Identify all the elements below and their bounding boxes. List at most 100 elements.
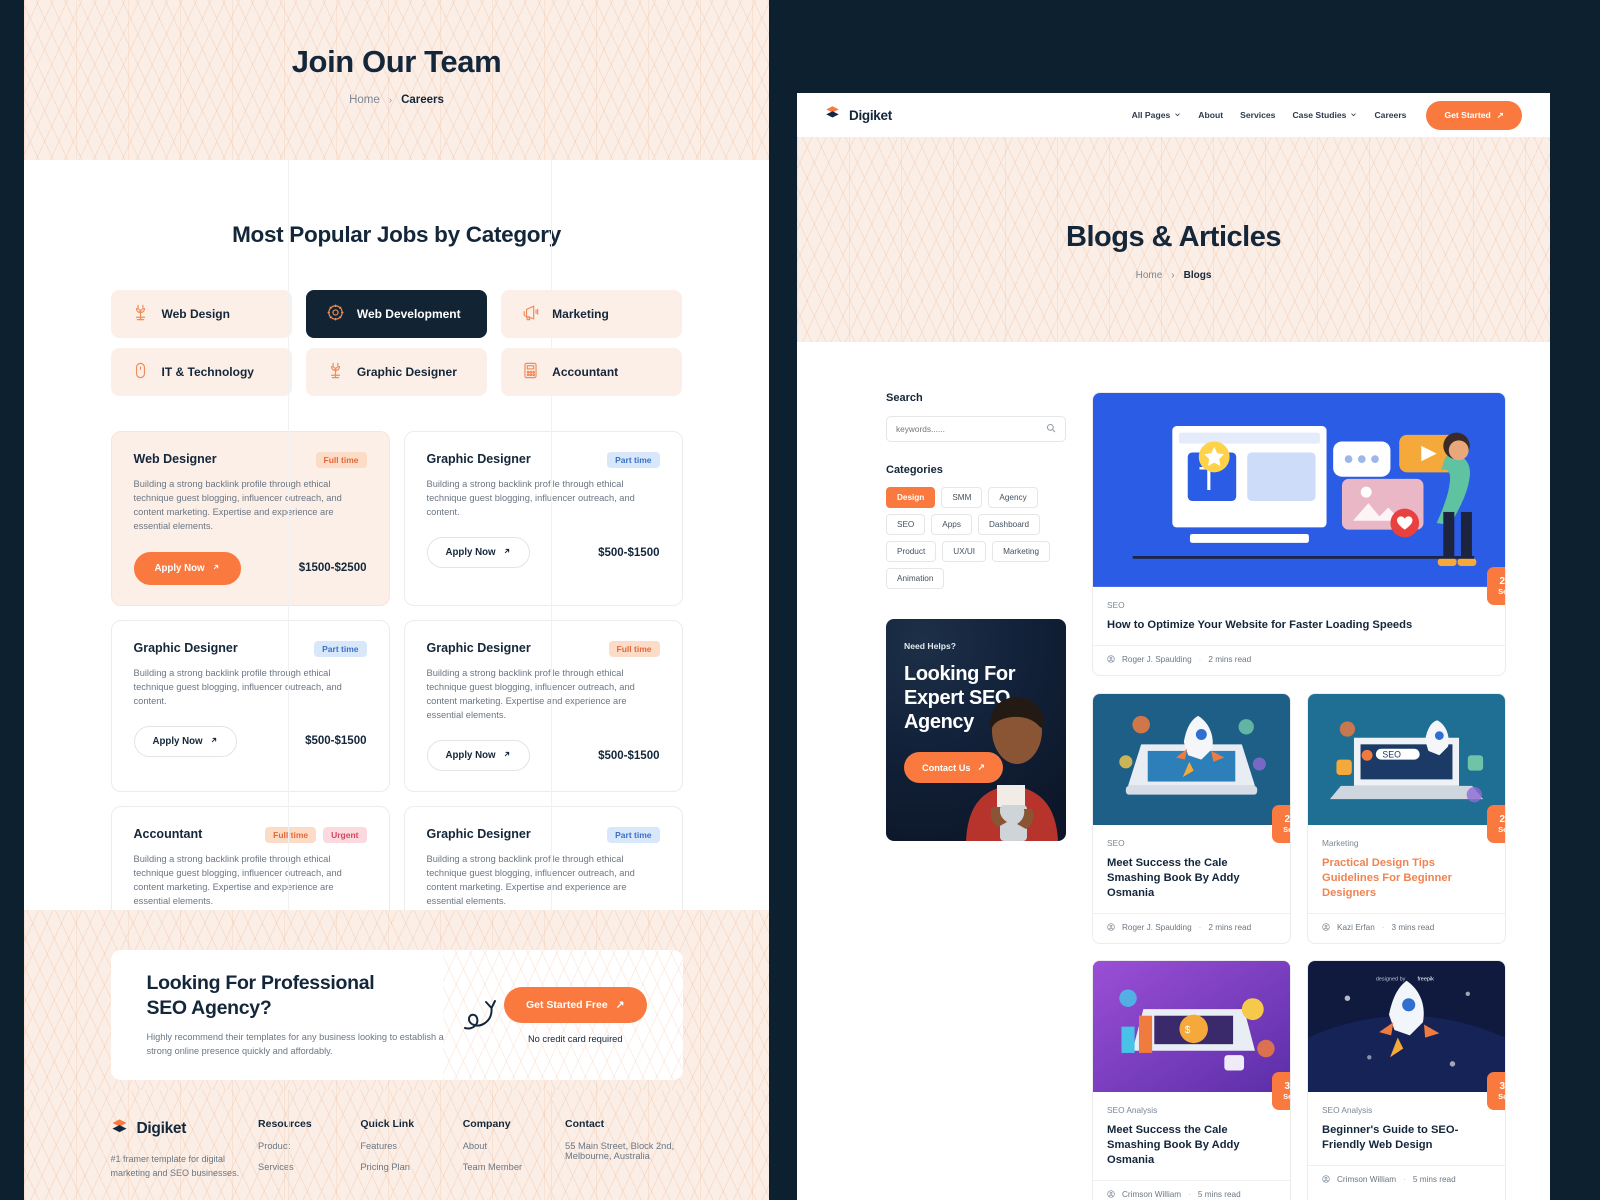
breadcrumb-home[interactable]: Home xyxy=(1136,270,1163,281)
blog-category-pill-agency[interactable]: Agency xyxy=(988,487,1038,508)
blog-card[interactable]: designed by freepik 30 Sep SEO Analysis B… xyxy=(1307,959,1506,1200)
job-tag-part: Part time xyxy=(607,452,660,468)
featured-blog-card[interactable]: T 2 S SEO How to Optimize Your Website f… xyxy=(1092,392,1506,676)
footer-link[interactable]: Team Member xyxy=(463,1162,553,1172)
digiket-logo-icon xyxy=(825,105,840,125)
blog-card[interactable]: $ 30 Sep SEO Analysis Meet Success the C… xyxy=(1092,959,1291,1200)
footer-link[interactable]: Pricing Plan xyxy=(360,1162,450,1172)
footer-heading: Company xyxy=(462,1118,511,1130)
job-category-it-technology[interactable]: IT & Technology xyxy=(110,348,292,396)
blog-category-pill-apps[interactable]: Apps xyxy=(931,514,972,535)
job-card[interactable]: Graphic Designer Part time Building a st… xyxy=(403,431,683,606)
logo[interactable]: Digiket xyxy=(111,1118,247,1140)
grid-line xyxy=(288,160,289,910)
chevron-right-icon: › xyxy=(388,94,393,106)
cta-card: Looking For Professional SEO Agency? Hig… xyxy=(110,950,683,1080)
job-card[interactable]: Graphic Designer Full time Building a st… xyxy=(403,619,683,792)
apply-now-label: Apply Now xyxy=(152,735,203,747)
svg-text:$: $ xyxy=(1185,1025,1191,1036)
blog-title[interactable]: Beginner's Guide to SEO-Friendly Web Des… xyxy=(1322,1123,1491,1153)
search-input[interactable] xyxy=(896,424,1040,434)
date-badge: 30 Sep xyxy=(1487,1072,1505,1111)
blog-category-pill-seo[interactable]: SEO xyxy=(886,514,926,535)
blog-title[interactable]: Meet Success the Cale Smashing Book By A… xyxy=(1107,856,1276,901)
author-icon xyxy=(1107,1190,1115,1200)
date-badge: 25 Sep xyxy=(1272,805,1290,844)
date-badge: 28 Sep xyxy=(1487,805,1505,844)
nav-item-case-studies[interactable]: Case Studies xyxy=(1292,110,1357,120)
get-started-button[interactable]: Get Started ↗ xyxy=(1426,100,1522,130)
arrow-up-right-icon: ↗ xyxy=(1496,109,1504,120)
arrow-up-right-icon xyxy=(210,736,218,747)
job-card[interactable]: Graphic Designer Part time Building a st… xyxy=(110,619,390,792)
blog-card[interactable]: SEO 28 Sep Marketing Practical Design Ti… xyxy=(1307,692,1506,944)
apply-now-label: Apply Now xyxy=(445,547,496,559)
meta-separator: · xyxy=(1188,1190,1191,1200)
job-tags: Full time xyxy=(608,640,660,657)
author-icon xyxy=(1322,923,1330,933)
footer-link[interactable]: About xyxy=(463,1141,553,1151)
date-month: Sep xyxy=(1283,824,1290,834)
chevron-down-icon xyxy=(1174,110,1181,120)
job-card[interactable]: Web Designer Full time Building a strong… xyxy=(110,431,390,606)
blog-category-pill-design[interactable]: Design xyxy=(886,487,936,508)
search-box[interactable] xyxy=(886,416,1066,442)
meta-separator: · xyxy=(1198,655,1202,665)
job-category-web-development[interactable]: Web Development xyxy=(305,290,488,338)
chevron-right-icon: › xyxy=(1171,270,1175,281)
blog-card[interactable]: 25 Sep SEO Meet Success the Cale Smashin… xyxy=(1092,692,1291,944)
job-category-graphic-designer[interactable]: Graphic Designer xyxy=(305,348,488,396)
apply-now-button[interactable]: Apply Now xyxy=(133,551,241,585)
blog-thumbnail: 25 Sep xyxy=(1093,693,1290,844)
author-icon xyxy=(1322,1175,1330,1185)
blogs-page-panel: Digiket All Pages About Services Case Studi… xyxy=(797,93,1550,1200)
apply-now-button[interactable]: Apply Now xyxy=(426,537,530,569)
blog-meta: Crimson William · 5 mins read xyxy=(1308,1164,1505,1195)
category-pills: Design SMM Agency SEO Apps Dashboard Product UX… xyxy=(886,487,1066,589)
job-tag-part: Part time xyxy=(607,827,660,843)
job-tags: Full time xyxy=(315,452,367,468)
nav-item-about[interactable]: About xyxy=(1198,110,1223,120)
grid-line xyxy=(551,1090,552,1200)
blog-thumbnail: $ 30 Sep xyxy=(1093,960,1290,1111)
job-category-web-design[interactable]: Web Design xyxy=(110,290,292,338)
blog-title[interactable]: Meet Success the Cale Smashing Book By A… xyxy=(1107,1123,1276,1168)
footer-link[interactable]: Services xyxy=(258,1162,348,1172)
blog-category-pill-ux-ui[interactable]: UX/UI xyxy=(942,541,987,562)
blogs-main: Search Categories DesignSMMAgencySEOApps… xyxy=(797,342,1550,1200)
blog-category-pill-product[interactable]: Product xyxy=(886,541,937,562)
blog-category-pill-animation[interactable]: Animation xyxy=(886,568,945,589)
blog-title[interactable]: Practical Design Tips Guidelines For Beg… xyxy=(1322,856,1491,901)
promo-person-photo xyxy=(966,697,1058,841)
apply-now-button[interactable]: Apply Now xyxy=(133,725,237,757)
job-tag-part: Part time xyxy=(314,640,367,657)
blog-category-pill-dashboard[interactable]: Dashboard xyxy=(977,514,1041,535)
footer-link[interactable]: Features xyxy=(360,1141,450,1151)
nav-item-all-pages[interactable]: All Pages xyxy=(1132,110,1182,120)
meta-separator: · xyxy=(1381,923,1385,933)
author-icon xyxy=(1107,655,1115,665)
nav-item-services[interactable]: Services xyxy=(1240,110,1275,120)
job-category-accountant[interactable]: Accountant xyxy=(501,348,683,396)
top-navbar: Digiket All Pages About Services Case Studi… xyxy=(797,93,1550,137)
job-category-marketing[interactable]: Marketing xyxy=(501,290,683,338)
apply-now-button[interactable]: Apply Now xyxy=(426,740,530,771)
get-started-free-button[interactable]: Get Started Free ↗ xyxy=(503,986,647,1023)
blog-title[interactable]: How to Optimize Your Website for Faster … xyxy=(1107,618,1491,633)
author-icon xyxy=(1107,923,1115,933)
brand-name: Digiket xyxy=(136,1120,187,1137)
job-description: Building a strong backlink profile throu… xyxy=(426,667,635,720)
meta-separator: · xyxy=(1403,1175,1406,1185)
logo[interactable]: Digiket xyxy=(825,105,892,125)
nav-item-careers[interactable]: Careers xyxy=(1374,110,1406,120)
breadcrumb-home[interactable]: Home xyxy=(349,94,380,106)
footer-link[interactable]: Product xyxy=(258,1141,348,1151)
job-title: Graphic Designer xyxy=(426,640,531,655)
search-icon[interactable] xyxy=(1046,420,1056,438)
grid-line xyxy=(288,1090,289,1200)
blog-category-pill-marketing[interactable]: Marketing xyxy=(992,541,1051,562)
date-day: 25 xyxy=(1284,813,1290,825)
blog-category-pill-smm[interactable]: SMM xyxy=(941,487,983,508)
search-heading: Search xyxy=(886,392,923,404)
nav-item-label: Case Studies xyxy=(1292,110,1347,120)
